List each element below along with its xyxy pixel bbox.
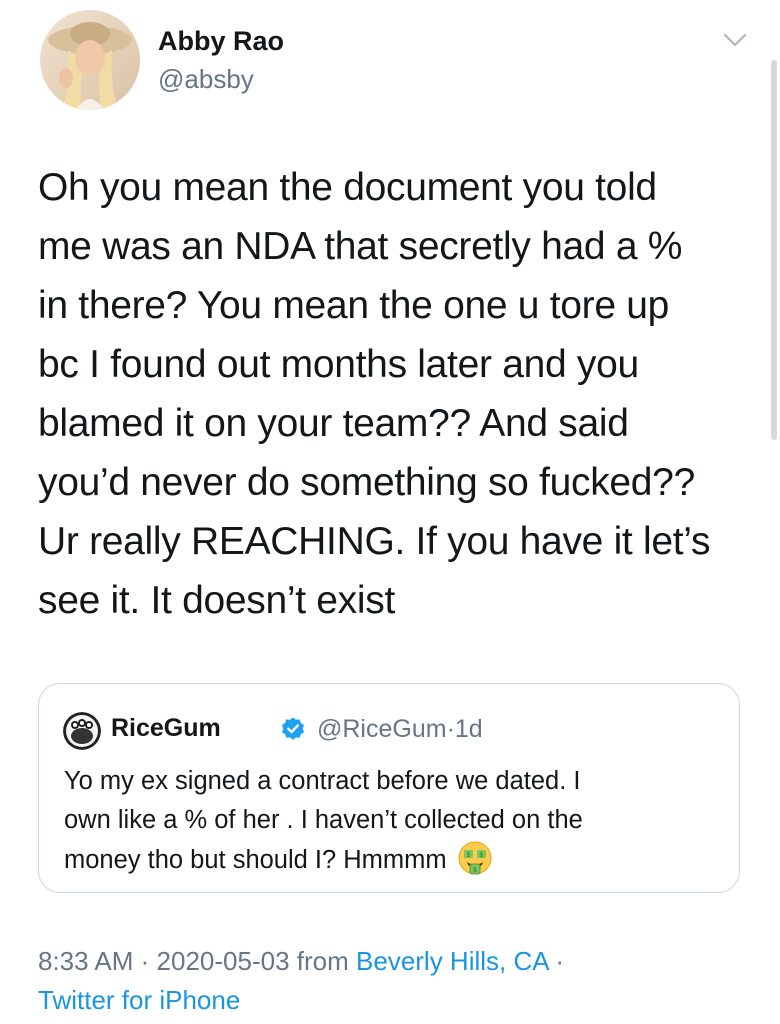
meta-separator: ·	[140, 946, 150, 976]
quoted-line-last: money tho but should I? Hmmmm $ $ $	[64, 840, 724, 880]
quoted-line: own like a % of her . I haven’t collecte…	[64, 806, 583, 834]
author-name[interactable]: Abby Rao	[158, 26, 284, 57]
scrollbar[interactable]	[771, 60, 777, 440]
author-handle[interactable]: @absby	[158, 64, 254, 95]
quoted-tweet-card[interactable]: RiceGum @RiceGum·1d Yo my ex signed a co…	[38, 683, 740, 893]
dot-separator: ·	[446, 715, 455, 743]
svg-text:$: $	[466, 851, 470, 859]
meta-separator-2: ·	[555, 946, 565, 976]
tweet-line: see it. It doesn’t exist	[38, 579, 395, 622]
avatar-photo	[40, 10, 140, 110]
quoted-author-handle[interactable]: @RiceGum	[317, 715, 447, 743]
quoted-line: money tho but should I? Hmmmm	[64, 846, 447, 874]
tweet-line: me was an NDA that secretly had a %	[38, 225, 683, 268]
tweet-line: blamed it on your team?? And said	[38, 402, 629, 445]
verified-badge-icon	[280, 716, 306, 742]
tweet-line: in there? You mean the one u tore up	[38, 284, 670, 327]
tweet-text: Oh you mean the document you told me was…	[38, 158, 750, 630]
tweet-meta: 8:33 AM · 2020-05-03 from Beverly Hills,…	[38, 942, 758, 1020]
quoted-timestamp[interactable]: 1d	[455, 715, 483, 743]
money-mouth-face-icon: $ $ $	[457, 840, 493, 876]
quoted-avatar-image	[63, 712, 101, 750]
quoted-author-meta: @RiceGum·1d	[317, 715, 483, 744]
quoted-author-avatar[interactable]	[63, 712, 101, 750]
svg-text:$: $	[479, 851, 483, 859]
tweet-line: bc I found out months later and you	[38, 343, 639, 386]
location-link[interactable]: Beverly Hills, CA	[356, 946, 548, 976]
chevron-down-icon[interactable]	[722, 30, 748, 50]
tweet-line: Oh you mean the document you told	[38, 166, 657, 209]
author-avatar[interactable]	[40, 10, 140, 110]
source-link[interactable]: Twitter for iPhone	[38, 985, 240, 1015]
quoted-tweet-text: Yo my ex signed a contract before we dat…	[64, 762, 724, 880]
quoted-line: Yo my ex signed a contract before we dat…	[64, 767, 581, 795]
svg-text:$: $	[472, 866, 476, 874]
tweet-time[interactable]: 8:33 AM	[38, 946, 133, 976]
from-label: from	[296, 946, 349, 976]
tweet-line: you’d never do something so fucked??	[38, 461, 695, 504]
tweet-date[interactable]: 2020-05-03	[157, 946, 290, 976]
tweet-line: Ur really REACHING. If you have it let’s	[38, 520, 711, 563]
quoted-author-name[interactable]: RiceGum	[111, 714, 221, 743]
